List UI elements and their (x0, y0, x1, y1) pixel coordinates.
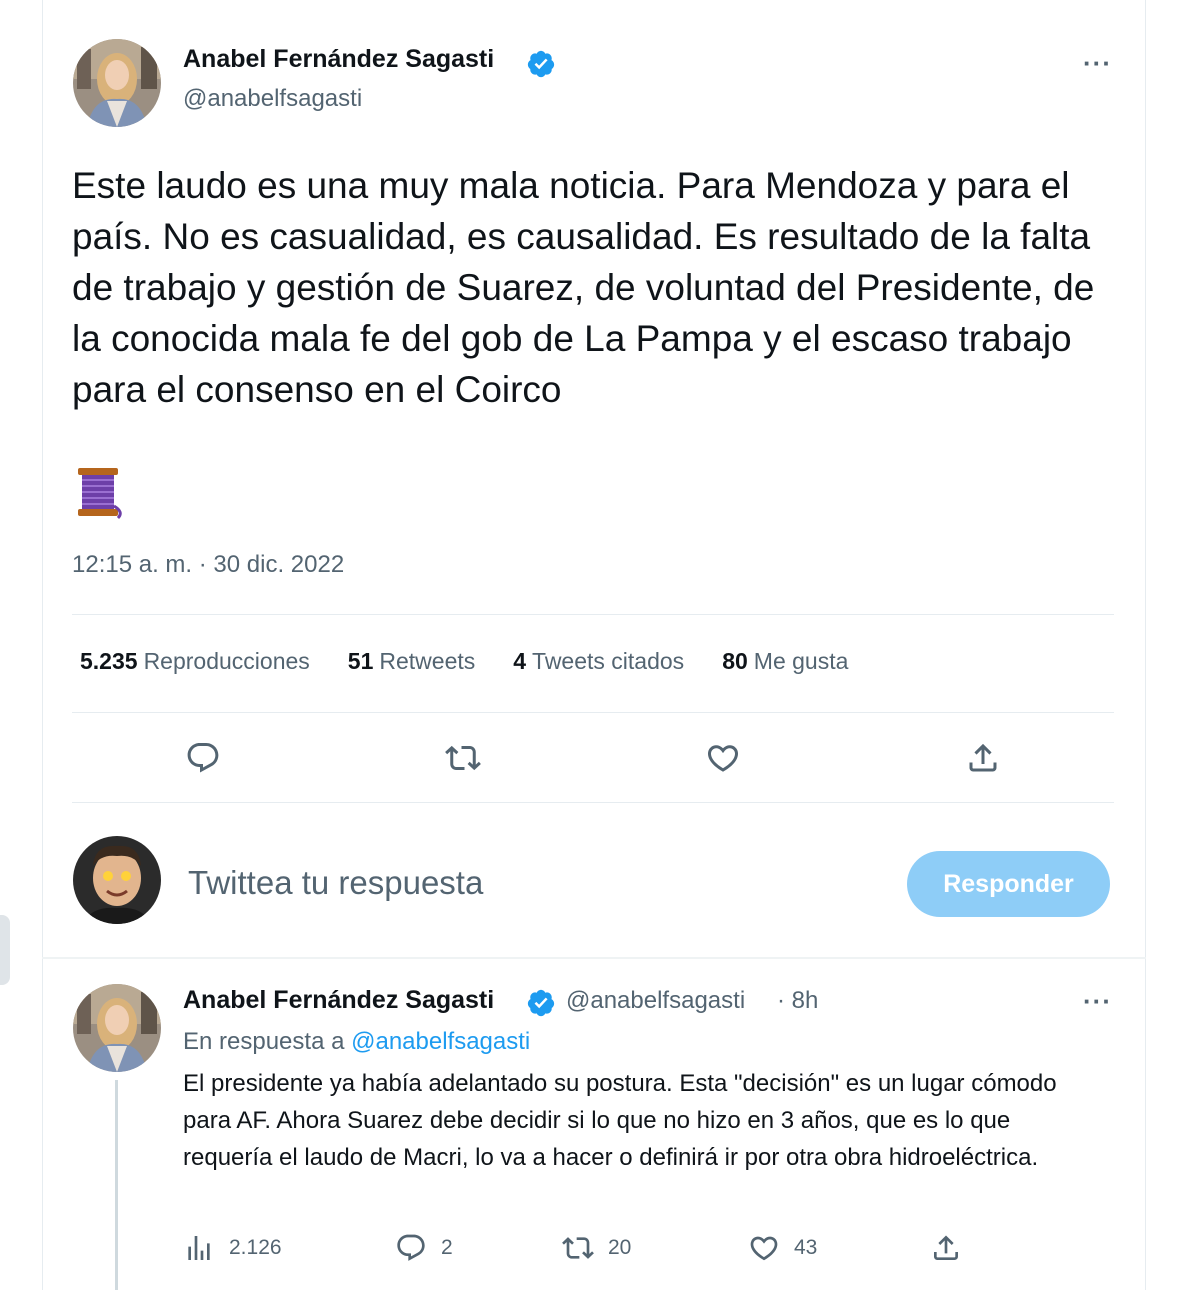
in-reply-to: En respuesta a @anabelfsagasti (183, 1028, 530, 1056)
thread-line (115, 1080, 118, 1290)
views-action[interactable]: 2.126 (183, 1232, 282, 1264)
replies-action[interactable]: 2 (395, 1232, 453, 1264)
reply-author-avatar[interactable] (73, 984, 161, 1072)
stat-quote-tweets[interactable]: 4 Tweets citados (513, 648, 684, 675)
in-reply-mention[interactable]: @anabelfsagasti (351, 1028, 530, 1055)
verified-badge-icon (527, 50, 555, 78)
tweet-stats: 5.235 Reproducciones 51 Retweets 4 Tweets c… (80, 648, 848, 675)
section-separator (42, 957, 1146, 959)
user-avatar[interactable] (73, 836, 161, 924)
tweet-timestamp[interactable]: 12:15 a. m. · 30 dic. 2022 (72, 551, 344, 579)
stat-likes[interactable]: 80 Me gusta (722, 648, 848, 675)
reply-author-handle[interactable]: @anabelfsagasti (566, 987, 745, 1015)
reply-input[interactable]: Twittea tu respuesta (188, 864, 483, 902)
author-handle[interactable]: @anabelfsagasti (183, 85, 362, 113)
share-icon[interactable] (961, 736, 1005, 780)
author-name[interactable]: Anabel Fernández Sagasti (183, 45, 494, 74)
like-icon[interactable] (701, 736, 745, 780)
divider (72, 614, 1114, 615)
thread-spool-icon (78, 468, 122, 520)
respond-button[interactable]: Responder (907, 851, 1110, 917)
reply-tweet-text: El presidente ya había adelantado su pos… (183, 1070, 1057, 1171)
reply-icon[interactable] (181, 736, 225, 780)
reply-icon (397, 1234, 425, 1261)
like-icon (750, 1236, 778, 1261)
likes-action[interactable]: 43 (748, 1232, 817, 1264)
tweet-text: Este laudo es una muy mala noticia. Para… (72, 165, 1095, 410)
retweets-count: 20 (608, 1236, 632, 1259)
replies-count: 2 (441, 1236, 453, 1259)
scroll-edge (0, 915, 10, 985)
likes-count: 43 (794, 1236, 818, 1259)
author-avatar[interactable] (73, 39, 161, 127)
stat-retweets[interactable]: 51 Retweets (348, 648, 475, 675)
divider (72, 802, 1114, 803)
retweet-icon (562, 1237, 594, 1259)
reply-author-name[interactable]: Anabel Fernández Sagasti (183, 986, 494, 1015)
retweet-icon[interactable] (441, 736, 485, 780)
verified-badge-icon (527, 989, 555, 1017)
reply-time[interactable]: · 8h (777, 987, 818, 1015)
retweets-action[interactable]: 20 (562, 1232, 631, 1264)
in-reply-prefix: En respuesta a (183, 1028, 345, 1055)
more-options-icon[interactable]: ··· (1083, 986, 1112, 1017)
share-icon (934, 1235, 958, 1260)
divider (72, 712, 1114, 713)
views-icon (188, 1236, 210, 1260)
more-options-icon[interactable]: ··· (1083, 48, 1112, 79)
views-count: 2.126 (229, 1236, 282, 1259)
stat-views[interactable]: 5.235 Reproducciones (80, 648, 310, 675)
share-action[interactable] (930, 1232, 962, 1264)
